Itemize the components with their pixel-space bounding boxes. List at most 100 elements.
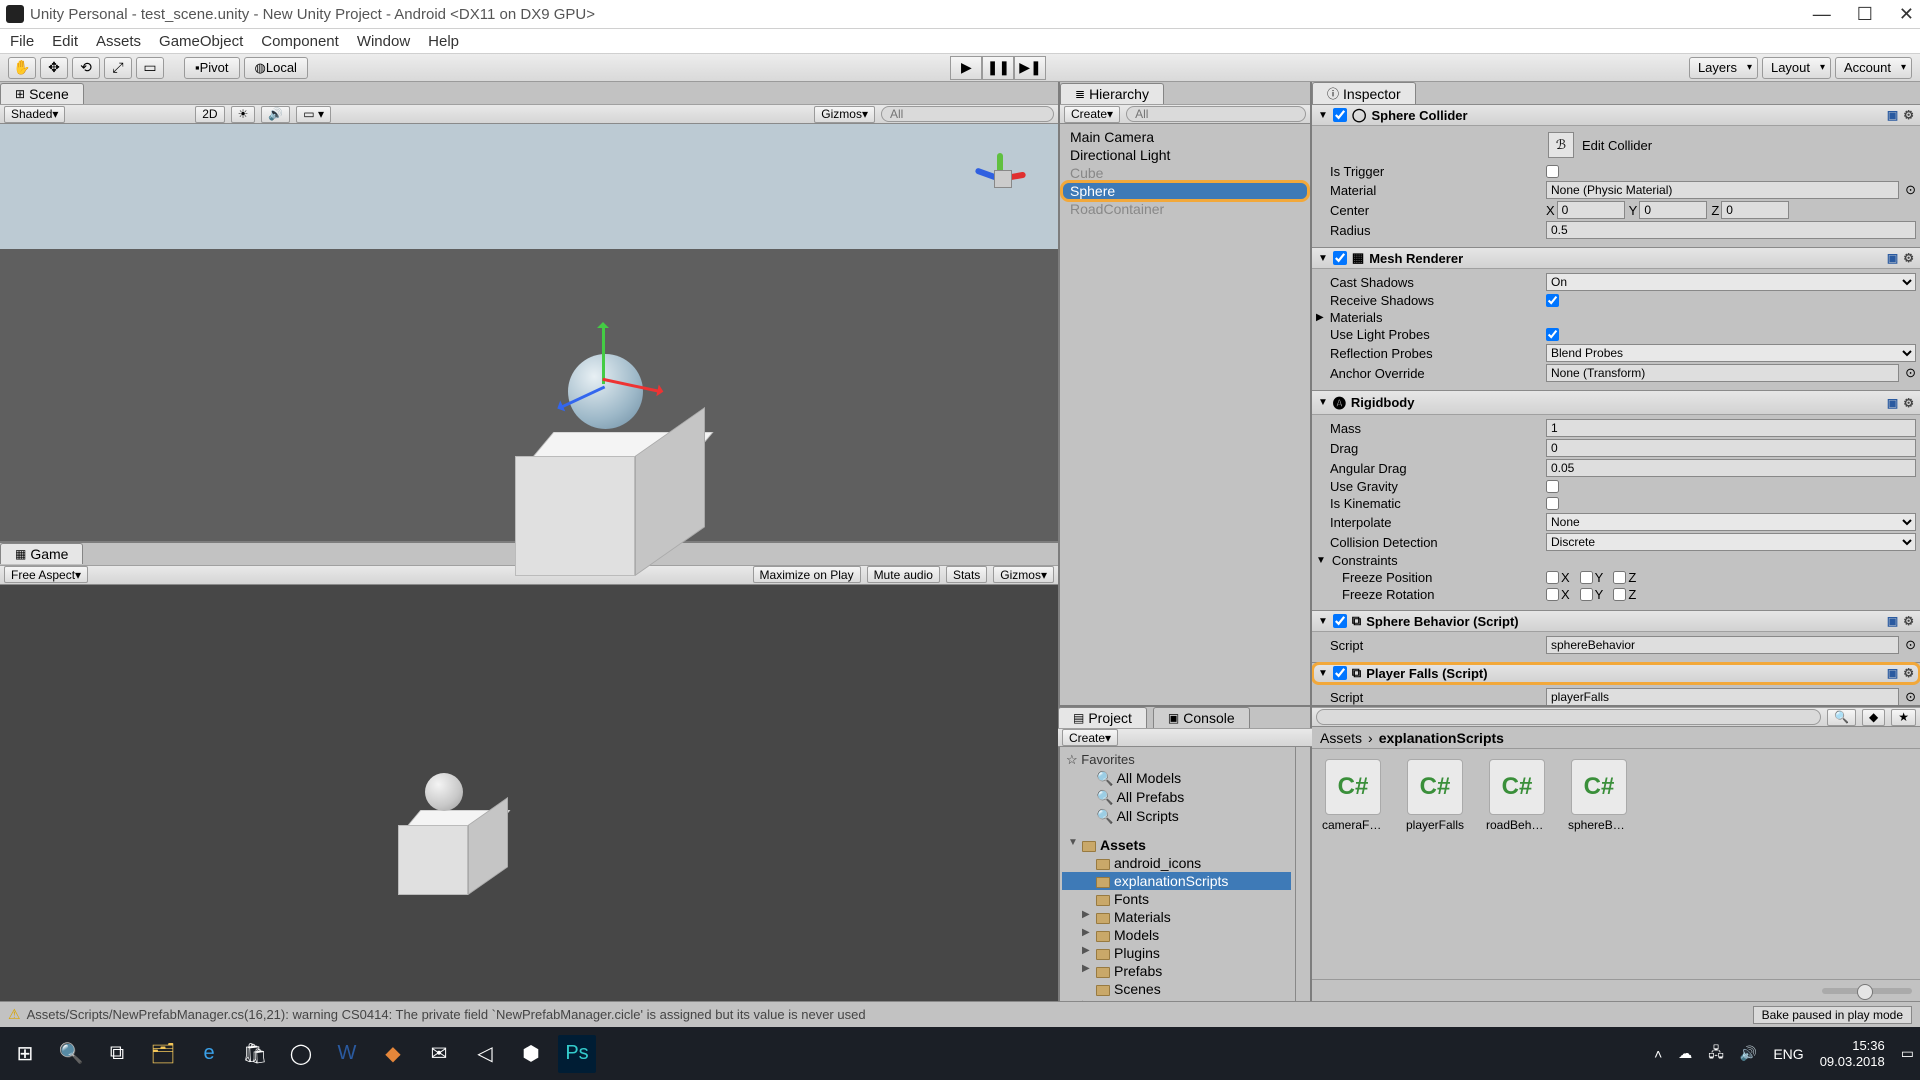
layout-dropdown[interactable]: Layout <box>1762 57 1831 79</box>
angular-drag-field[interactable] <box>1546 459 1916 477</box>
stats-toggle[interactable]: Stats <box>946 566 987 583</box>
lighting-toggle[interactable]: ☀ <box>231 106 256 123</box>
close-icon[interactable]: ✕ <box>1899 4 1914 25</box>
gear-icon[interactable]: ⚙ <box>1903 108 1914 122</box>
component-sphere-collider[interactable]: ▼ ◯ Sphere Collider ▣⚙ <box>1312 105 1920 126</box>
play-button[interactable]: ▶ <box>950 56 982 80</box>
store-icon[interactable]: 🛍 <box>236 1035 274 1073</box>
fold-icon[interactable]: ▼ <box>1318 668 1328 679</box>
scene-search[interactable] <box>881 106 1054 122</box>
hierarchy-item-sphere[interactable]: Sphere <box>1062 182 1308 200</box>
component-mesh-renderer[interactable]: ▼ ▦ Mesh Renderer ▣⚙ <box>1312 248 1920 269</box>
start-button[interactable]: ⊞ <box>6 1035 44 1073</box>
project-folder-selected[interactable]: explanationScripts <box>1062 872 1291 890</box>
hierarchy-create[interactable]: Create ▾ <box>1064 106 1120 123</box>
minimize-icon[interactable]: — <box>1813 4 1831 25</box>
search-filter-icon[interactable]: 🔍 <box>1827 709 1856 726</box>
pause-button[interactable]: ❚❚ <box>982 56 1014 80</box>
collision-detection-dropdown[interactable]: Discrete <box>1546 533 1916 551</box>
project-breadcrumb[interactable]: Assets › explanationScripts <box>1312 727 1920 749</box>
tray-notifications-icon[interactable]: ▭ <box>1901 1045 1914 1062</box>
fold-icon[interactable]: ▼ <box>1318 616 1328 627</box>
fold-icon[interactable]: ▼ <box>1318 397 1328 408</box>
project-folder[interactable]: Fonts <box>1062 890 1291 908</box>
scene-viewport[interactable] <box>0 124 1058 541</box>
menu-window[interactable]: Window <box>357 33 410 50</box>
menu-file[interactable]: File <box>10 33 34 50</box>
component-player-falls[interactable]: ▼ ⧉ Player Falls (Script) ▣⚙ <box>1312 663 1920 684</box>
move-tool[interactable]: ✥ <box>40 57 68 79</box>
freeze-pos-y[interactable] <box>1580 571 1593 584</box>
gear-icon[interactable]: ⚙ <box>1903 396 1914 410</box>
project-folder[interactable]: ▶Models <box>1062 926 1291 944</box>
project-asset[interactable]: C#playerFalls <box>1404 759 1466 832</box>
tab-scene[interactable]: ⊞Scene <box>0 83 84 104</box>
pivot-toggle[interactable]: ▪ Pivot <box>184 57 240 79</box>
script-field[interactable] <box>1546 636 1899 654</box>
object-picker-icon[interactable]: ⊙ <box>1905 689 1916 705</box>
tab-project[interactable]: ▤Project <box>1058 707 1147 728</box>
freeze-pos-z[interactable] <box>1613 571 1626 584</box>
aspect-dropdown[interactable]: Free Aspect ▾ <box>4 566 88 583</box>
menu-component[interactable]: Component <box>261 33 339 50</box>
tab-game[interactable]: ▦Game <box>0 543 83 564</box>
project-filter[interactable]: 🔍 All Scripts <box>1062 807 1291 826</box>
center-x[interactable] <box>1557 201 1625 219</box>
search-type-icon[interactable]: ◆ <box>1862 709 1885 726</box>
component-enable-checkbox[interactable] <box>1333 108 1347 122</box>
help-icon[interactable]: ▣ <box>1887 614 1898 628</box>
receive-shadows-checkbox[interactable] <box>1546 294 1559 307</box>
project-folder-assets[interactable]: ▼Assets <box>1062 836 1291 854</box>
project-filter[interactable]: 🔍 All Prefabs <box>1062 788 1291 807</box>
help-icon[interactable]: ▣ <box>1887 666 1898 680</box>
edge-icon[interactable]: e <box>190 1035 228 1073</box>
tray-onedrive-icon[interactable]: ☁ <box>1678 1045 1692 1062</box>
component-enable-checkbox[interactable] <box>1333 251 1347 265</box>
hierarchy-item[interactable]: Cube <box>1062 164 1308 182</box>
interpolate-dropdown[interactable]: None <box>1546 513 1916 531</box>
menu-assets[interactable]: Assets <box>96 33 141 50</box>
object-picker-icon[interactable]: ⊙ <box>1905 365 1916 381</box>
component-enable-checkbox[interactable] <box>1333 614 1347 628</box>
radius-field[interactable] <box>1546 221 1916 239</box>
account-dropdown[interactable]: Account <box>1835 57 1912 79</box>
component-sphere-behavior[interactable]: ▼ ⧉ Sphere Behavior (Script) ▣⚙ <box>1312 611 1920 632</box>
scale-tool[interactable]: ⤢ <box>104 57 132 79</box>
help-icon[interactable]: ▣ <box>1887 396 1898 410</box>
task-view-icon[interactable]: ⧉ <box>98 1035 136 1073</box>
gizmos-dropdown[interactable]: Gizmos ▾ <box>814 106 875 123</box>
tray-chevron-icon[interactable]: ˄ <box>1654 1046 1662 1062</box>
2d-toggle[interactable]: 2D <box>195 106 224 123</box>
mail-icon[interactable]: ✉ <box>420 1035 458 1073</box>
project-folder[interactable]: ▶Scripts <box>1062 998 1291 1001</box>
object-picker-icon[interactable]: ⊙ <box>1905 182 1916 198</box>
is-trigger-checkbox[interactable] <box>1546 165 1559 178</box>
maximize-icon[interactable]: ☐ <box>1857 4 1873 25</box>
drag-field[interactable] <box>1546 439 1916 457</box>
unity-icon[interactable]: ◁ <box>466 1035 504 1073</box>
center-y[interactable] <box>1639 201 1707 219</box>
rotate-tool[interactable]: ⟲ <box>72 57 100 79</box>
project-create[interactable]: Create ▾ <box>1062 729 1118 746</box>
layers-dropdown[interactable]: Layers <box>1689 57 1758 79</box>
project-folder[interactable]: ▶Prefabs <box>1062 962 1291 980</box>
rect-tool[interactable]: ▭ <box>136 57 164 79</box>
mass-field[interactable] <box>1546 419 1916 437</box>
mute-audio[interactable]: Mute audio <box>867 566 940 583</box>
cast-shadows-dropdown[interactable]: On <box>1546 273 1916 291</box>
component-enable-checkbox[interactable] <box>1333 666 1347 680</box>
menu-edit[interactable]: Edit <box>52 33 78 50</box>
fold-icon[interactable]: ▼ <box>1316 555 1326 566</box>
tab-hierarchy[interactable]: ≣Hierarchy <box>1060 83 1164 104</box>
search-save-icon[interactable]: ★ <box>1891 709 1916 726</box>
file-explorer-icon[interactable]: 🗂 <box>144 1035 182 1073</box>
word-icon[interactable]: W <box>328 1035 366 1073</box>
fold-icon[interactable]: ▶ <box>1316 312 1324 323</box>
light-probes-checkbox[interactable] <box>1546 328 1559 341</box>
freeze-pos-x[interactable] <box>1546 571 1559 584</box>
project-folder[interactable]: Scenes <box>1062 980 1291 998</box>
local-toggle[interactable]: ◍ Local <box>244 57 308 79</box>
help-icon[interactable]: ▣ <box>1887 108 1898 122</box>
step-button[interactable]: ▶❚ <box>1014 56 1046 80</box>
script-field[interactable] <box>1546 688 1899 705</box>
